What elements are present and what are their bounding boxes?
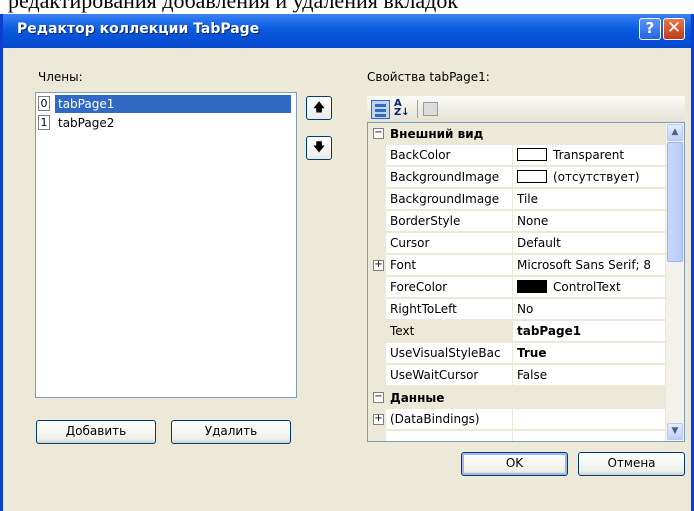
members-label: Члены: [38,70,83,84]
property-value [513,409,665,430]
property-name: UseVisualStyleBac [386,343,513,364]
category-name: Внешний вид [390,127,484,141]
category-row[interactable]: − Данные [368,387,665,409]
arrow-down-icon: 🡇 [312,140,326,154]
property-value: True [513,343,665,364]
property-value: Transparent [513,145,665,166]
property-value: No [513,299,665,320]
property-row[interactable]: UseVisualStyleBac True [368,343,665,365]
category-name: Данные [390,391,445,405]
property-row[interactable]: BackColor Transparent [368,145,665,167]
categorized-icon[interactable] [371,100,390,119]
list-item-label: tabPage1 [55,95,291,113]
property-value: ControlText [513,277,665,298]
add-button[interactable]: Добавить [36,420,156,444]
property-row[interactable]: + Font Microsoft Sans Serif; 8 [368,255,665,277]
color-swatch [517,148,547,161]
move-down-button[interactable]: 🡇 [306,136,332,160]
property-row[interactable]: UseWaitCursor False [368,365,665,387]
expand-icon[interactable]: + [373,414,384,425]
property-name: BorderStyle [386,211,513,232]
property-value[interactable]: tabPage1 [513,321,665,342]
property-name: BackgroundImage [386,167,513,188]
property-row[interactable]: BorderStyle None [368,211,665,233]
property-value: None [513,211,665,232]
property-name: Font [386,255,513,276]
close-button[interactable]: ✕ [663,18,685,40]
property-grid-toolbar: A Z↓ [367,96,685,122]
image-swatch [517,170,547,183]
property-value: (отсутствует) [513,167,665,188]
color-swatch [517,280,547,293]
vertical-scrollbar[interactable]: ▲ ▼ [666,123,684,441]
list-item-index: 1 [38,115,50,130]
property-name: Text [386,321,513,342]
cancel-button[interactable]: Отмена [578,452,685,476]
toolbar-separator [417,100,418,118]
properties-label: Свойства tabPage1: [367,70,490,84]
list-item[interactable]: 1 tabPage2 [38,114,292,132]
property-value: Tile [513,189,665,210]
property-row[interactable]: BackgroundImage (отсутствует) [368,167,665,189]
property-name: Cursor [386,233,513,254]
property-pages-icon[interactable] [423,102,438,116]
property-value: False [513,365,665,386]
property-row[interactable] [368,431,665,441]
property-name [386,431,513,441]
property-name: ForeColor [386,277,513,298]
help-button[interactable]: ? [639,18,661,40]
property-row[interactable]: Cursor Default [368,233,665,255]
property-row[interactable]: + (DataBindings) [368,409,665,431]
collapse-icon[interactable]: − [373,128,384,139]
scroll-up-icon[interactable]: ▲ [667,124,683,141]
property-value [513,431,665,441]
expand-icon[interactable]: + [373,260,384,271]
help-icon: ? [645,19,655,37]
scroll-down-icon[interactable]: ▼ [667,423,683,440]
close-icon: ✕ [666,18,682,38]
members-list[interactable]: 0 tabPage1 1 tabPage2 [35,92,297,398]
scroll-thumb[interactable] [667,142,683,262]
alphabetical-icon[interactable]: A Z↓ [394,99,410,118]
list-item-index: 0 [38,96,50,111]
category-row[interactable]: − Внешний вид [368,123,665,145]
ok-button[interactable]: OK [461,452,568,476]
property-row-selected[interactable]: Text tabPage1 [368,321,665,343]
property-grid[interactable]: − Внешний вид BackColor Transparent Back… [367,122,685,442]
property-name: BackColor [386,145,513,166]
collection-editor-dialog: Редактор коллекции TabPage ? ✕ Члены: 0 … [0,14,694,511]
background-document-text: редактирования добавления и удаления вкл… [8,0,459,13]
remove-button[interactable]: Удалить [171,420,291,444]
property-row[interactable]: RightToLeft No [368,299,665,321]
collapse-icon[interactable]: − [373,392,384,403]
property-row[interactable]: ForeColor ControlText [368,277,665,299]
property-value: Default [513,233,665,254]
property-name: (DataBindings) [386,409,513,430]
window-title: Редактор коллекции TabPage [17,21,260,37]
property-name: RightToLeft [386,299,513,320]
property-value: Microsoft Sans Serif; 8 [513,255,665,276]
list-item-label: tabPage2 [58,116,115,130]
property-name: UseWaitCursor [386,365,513,386]
move-up-button[interactable]: 🡅 [306,96,332,120]
list-item[interactable]: 0 tabPage1 [38,95,292,113]
arrow-up-icon: 🡅 [312,100,326,114]
property-row[interactable]: BackgroundImage Tile [368,189,665,211]
title-bar[interactable]: Редактор коллекции TabPage ? ✕ [3,14,691,48]
property-name: BackgroundImage [386,189,513,210]
